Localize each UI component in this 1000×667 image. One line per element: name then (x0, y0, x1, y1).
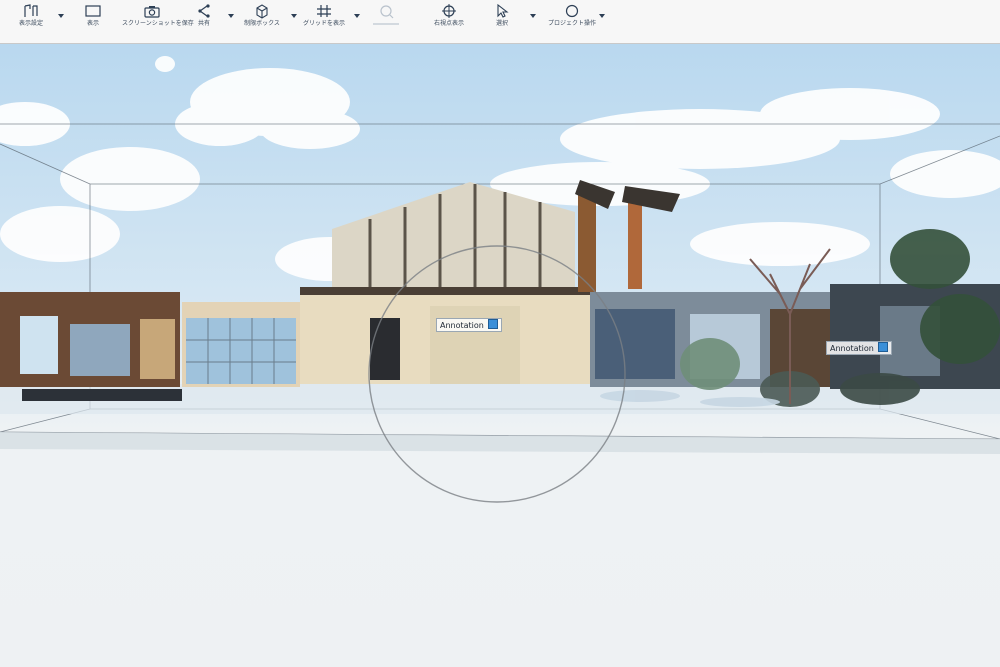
grid-icon (315, 3, 333, 19)
save-screenshot-button[interactable]: スクリーンショットを保存 (122, 3, 194, 37)
left-storefronts (0, 292, 300, 401)
cursor-icon (493, 3, 511, 19)
select-button[interactable]: 選択 (482, 3, 522, 37)
project-menu-caret[interactable] (599, 14, 605, 18)
clipping-box-button[interactable]: 制限ボックス (236, 3, 288, 37)
clipping-box-menu-caret[interactable] (291, 14, 297, 18)
point-cloud-scene[interactable] (0, 44, 1000, 667)
main-toolbar: 表示設定 表示 スクリーンショットを保存 共有 制限ボックス グリッドを表示 右… (0, 0, 1000, 44)
share-button[interactable]: 共有 (190, 3, 218, 37)
project-icon (563, 3, 581, 19)
select-menu-caret[interactable] (530, 14, 536, 18)
grid-menu-caret[interactable] (354, 14, 360, 18)
bounding-box-icon (253, 3, 271, 19)
annotation-pin-icon (487, 319, 498, 329)
view-settings-menu-caret[interactable] (58, 14, 64, 18)
share-icon (195, 3, 213, 19)
view-settings-button[interactable]: 表示設定 (14, 3, 48, 37)
camera-icon (143, 3, 161, 19)
annotation-marker[interactable]: Annotation (436, 318, 502, 332)
annotation-marker[interactable]: Annotation (826, 341, 892, 355)
project-operations-button[interactable]: プロジェクト操作 (546, 3, 598, 37)
show-grid-button[interactable]: グリッドを表示 (302, 3, 346, 37)
target-icon (440, 3, 458, 19)
window-icon (84, 3, 102, 19)
share-menu-caret[interactable] (228, 14, 234, 18)
measure-icon (377, 3, 395, 19)
display-button[interactable]: 表示 (80, 3, 106, 37)
measure-button[interactable] (366, 3, 406, 37)
right-view-button[interactable]: 右視点表示 (424, 3, 474, 37)
point-cloud-viewport[interactable]: Annotation Annotation (0, 44, 1000, 667)
annotation-pin-icon (877, 342, 888, 352)
ruler-icon (22, 3, 40, 19)
